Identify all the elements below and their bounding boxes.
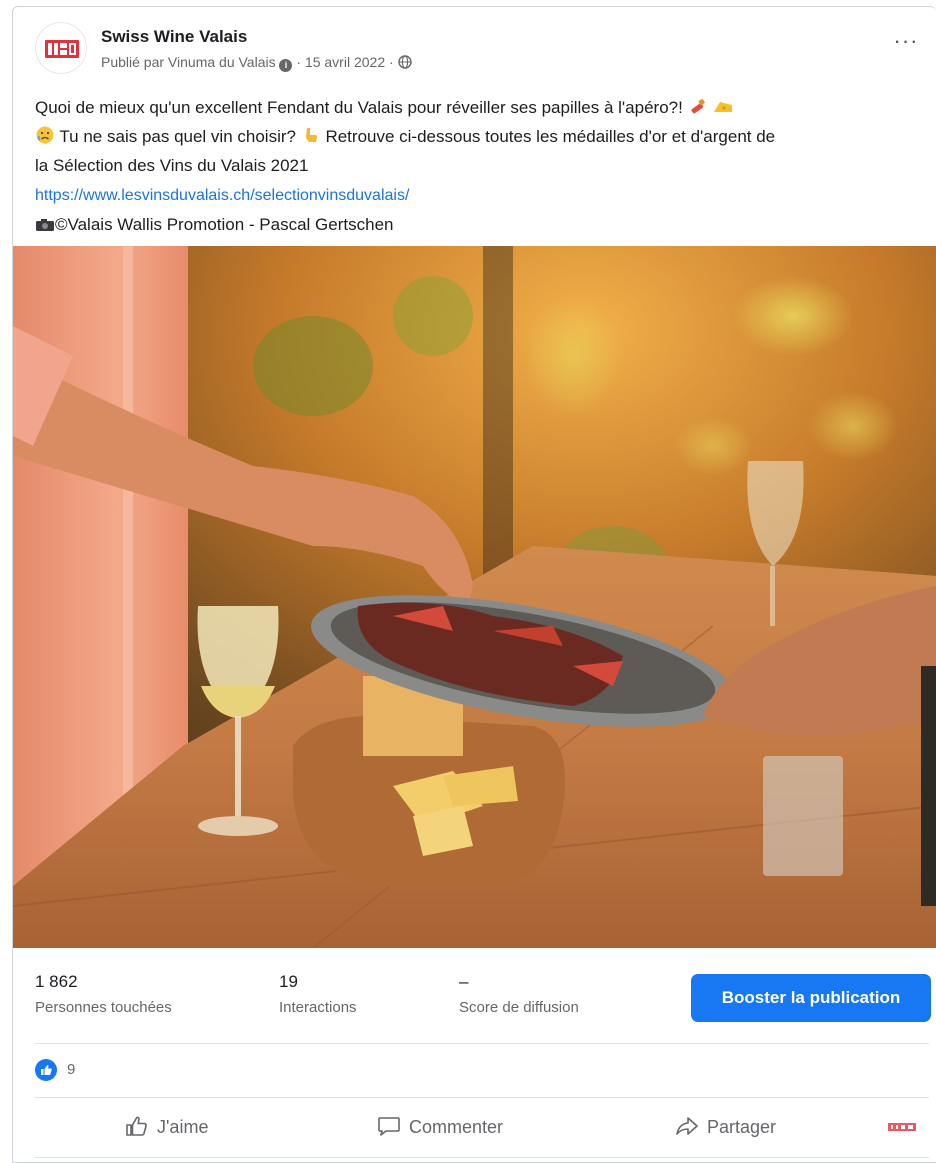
post-link[interactable]: https://www.lesvinsduvalais.ch/selection… [35,187,409,204]
share-button[interactable]: Partager [675,1115,776,1145]
like-label: J'aime [157,1117,209,1137]
published-by[interactable]: Publié par Vinuma du Valais [101,54,276,70]
interactions-value: 19 [279,972,298,991]
lipstick-emoji-icon [690,99,705,114]
reach-value: 1 862 [35,972,78,991]
post-text-line3: la Sélection des Vins du Valais 2021 [35,156,309,175]
globe-icon [397,55,412,69]
divider [35,1157,929,1158]
stat-score[interactable]: – Score de diffusion [459,972,579,1016]
divider [35,1043,929,1044]
post-text-line1: Quoi de mieux qu'un excellent Fendant du… [35,98,683,117]
meta-separator: · [296,54,302,70]
avatar[interactable] [35,22,87,74]
score-value: – [459,972,469,991]
logo-icon [45,40,79,58]
post-photo[interactable] [13,246,936,948]
sad-emoji-icon [36,126,54,144]
reach-label: Personnes touchées [35,999,172,1016]
post-header: Swiss Wine Valais Publié par Vinuma du V… [13,7,936,81]
share-icon [676,1117,698,1135]
pointing-hand-icon [305,128,317,142]
photo-credit: ©Valais Wallis Promotion - Pascal Gertsc… [55,215,394,234]
comment-button[interactable]: Commenter [377,1115,503,1145]
page-name[interactable]: Swiss Wine Valais [101,27,247,47]
comment-label: Commenter [409,1117,504,1137]
post-text-line2: Tu ne sais pas quel vin choisir? [59,127,296,146]
more-options-button[interactable]: ··· [891,30,921,55]
boost-post-button[interactable]: Booster la publication [691,974,931,1022]
info-icon[interactable]: i [279,59,293,72]
insights-bar: 1 862 Personnes touchées 19 Interactions… [13,948,936,1043]
meta-separator: · [389,54,394,70]
interactions-label: Interactions [279,999,357,1016]
divider [35,1097,929,1098]
page-logo-mini-icon[interactable] [888,1121,916,1133]
post-card: Swiss Wine Valais Publié par Vinuma du V… [12,6,936,1163]
stat-interactions[interactable]: 19 Interactions [279,972,357,1016]
camera-icon [36,219,54,231]
post-text-line2b: Retrouve ci-dessous toutes les médailles… [325,127,776,146]
cheese-emoji-icon [714,102,733,112]
reaction-count: 9 [67,1061,76,1078]
post-text: Quoi de mieux qu'un excellent Fendant du… [35,93,925,239]
stat-reach[interactable]: 1 862 Personnes touchées [35,972,172,1016]
post-meta: Publié par Vinuma du Valais i · 15 avril… [101,54,412,72]
like-reaction-icon [35,1059,57,1081]
comment-icon [378,1117,400,1136]
score-label: Score de diffusion [459,999,579,1016]
like-button[interactable]: J'aime [125,1115,208,1145]
like-icon [126,1116,147,1136]
post-date[interactable]: 15 avril 2022 [305,54,385,70]
photo-illustration [13,246,936,948]
share-label: Partager [707,1117,777,1137]
